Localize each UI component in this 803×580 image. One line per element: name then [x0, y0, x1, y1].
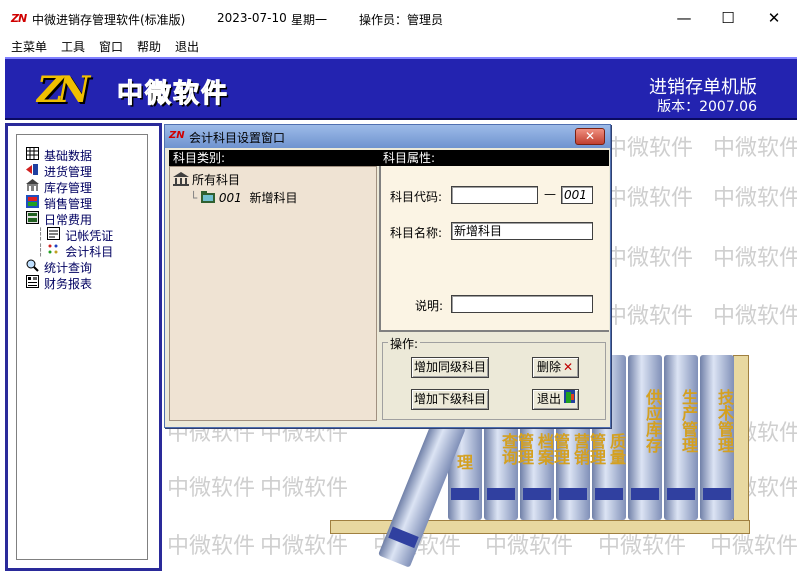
menu-help[interactable]: 帮助 — [137, 38, 161, 55]
operations-label: 操作: — [388, 335, 421, 352]
nav-item-report[interactable]: 财务报表 — [26, 275, 92, 291]
menu-main[interactable]: 主菜单 — [11, 38, 47, 55]
operator-label: 操作员：管理员 — [359, 13, 444, 27]
attributes-header: 科目属性: — [379, 150, 609, 166]
title-bar: ZN 中微进销存管理软件(标准版) 2023-07-10 星期一 操作员：管理员… — [0, 0, 803, 36]
tree-connector-icon: ┆ — [37, 243, 45, 257]
dialog-title-bar[interactable]: ZN 会计科目设置窗口 ✕ — [165, 125, 610, 148]
book: 技术管理 — [700, 355, 734, 520]
banner: ZN 中微软件 进销存单机版 版本：2007.06 — [5, 57, 797, 120]
tree-connector-icon: └ — [190, 191, 198, 205]
category-tree: 所有科目 └ 001 新增科目 — [169, 166, 377, 421]
nav-item-accounts[interactable]: ┆ 会计科目 — [37, 243, 113, 259]
account-settings-dialog: ZN 会计科目设置窗口 ✕ 科目类别: 科目属性: 所有科目 └ 001 新增科… — [164, 124, 611, 428]
menu-bar: 主菜单 工具 窗口 帮助 退出 — [0, 36, 803, 56]
warehouse-icon — [26, 179, 39, 192]
bank-icon — [173, 172, 189, 189]
nav-item-sales[interactable]: 销售管理 — [26, 195, 92, 211]
operations-panel: 操作: 增加同级科目 增加下级科目 删除 ✕ 退出 — [379, 335, 609, 423]
watermark: 中微软件 — [167, 534, 256, 559]
grid-icon — [26, 147, 39, 160]
tree-child-item[interactable]: └ 001 新增科目 — [190, 189, 297, 206]
description-input[interactable] — [451, 295, 593, 313]
watermark: 中微软件 — [167, 476, 256, 501]
app-title: 中微进销存管理软件(标准版) — [32, 13, 186, 27]
folder-icon — [201, 191, 216, 206]
current-weekday: 星期一 — [291, 13, 328, 27]
nav-item-inventory[interactable]: 库存管理 — [26, 179, 92, 195]
banner-version: 版本：2007.06 — [657, 99, 757, 115]
add-child-button[interactable]: 增加下级科目 — [411, 389, 489, 410]
add-sibling-button[interactable]: 增加同级科目 — [411, 357, 489, 378]
code-input[interactable] — [451, 186, 538, 204]
description-label: 说明: — [415, 299, 444, 313]
attributes-panel: 科目代码: — 001 科目名称: 新增科目 说明: — [379, 166, 609, 332]
watermark: 中微软件 — [713, 186, 797, 211]
tree-connector-icon: ┆ — [37, 227, 45, 241]
dialog-title: 会计科目设置窗口 — [189, 131, 286, 145]
report-icon — [26, 275, 39, 288]
name-label: 科目名称: — [390, 226, 443, 240]
watermark: 中微软件 — [605, 136, 694, 161]
app-logo: ZN — [11, 12, 27, 25]
nav-item-expense[interactable]: 日常费用 — [26, 211, 92, 227]
nav-panel: 基础数据 进货管理 库存管理 销售管理 日常费用 ┆ 记帐凭证 ┆ 会计科目 统计查… — [5, 123, 162, 571]
category-header: 科目类别: — [169, 150, 379, 166]
nav-item-basic-data[interactable]: 基础数据 — [26, 147, 92, 163]
maximize-button[interactable]: ☐ — [706, 4, 750, 32]
dialog-close-button[interactable]: ✕ — [575, 128, 605, 145]
accounts-icon — [47, 243, 60, 256]
delete-button[interactable]: 删除 ✕ — [532, 357, 579, 378]
nav-item-query[interactable]: 统计查询 — [26, 259, 92, 275]
banner-logo: ZN — [37, 69, 90, 111]
nav-tree: 基础数据 进货管理 库存管理 销售管理 日常费用 ┆ 记帐凭证 ┆ 会计科目 统计查… — [16, 134, 148, 560]
sales-icon — [26, 195, 39, 208]
current-date: 2023-07-10 — [217, 11, 287, 25]
import-icon — [26, 163, 39, 176]
book: 生产管理 — [664, 355, 698, 520]
menu-tools[interactable]: 工具 — [61, 38, 85, 55]
delete-x-icon: ✕ — [563, 360, 574, 374]
exit-button[interactable]: 退出 — [532, 389, 579, 410]
voucher-icon — [47, 227, 61, 240]
minimize-button[interactable]: — — [662, 4, 706, 32]
nav-item-voucher[interactable]: ┆ 记帐凭证 — [37, 227, 113, 243]
exit-door-icon — [564, 390, 576, 409]
watermark: 中微软件 — [605, 304, 694, 329]
menu-window[interactable]: 窗口 — [99, 38, 123, 55]
book: 供应库存 — [628, 355, 662, 520]
watermark: 中微软件 — [713, 246, 797, 271]
code-label: 科目代码: — [390, 190, 443, 204]
tree-root-item[interactable]: 所有科目 — [173, 171, 240, 189]
expense-icon — [26, 211, 39, 224]
watermark: 中微软件 — [713, 304, 797, 329]
close-button[interactable]: ✕ — [752, 4, 796, 32]
dialog-logo: ZN — [169, 130, 185, 141]
menu-exit[interactable]: 退出 — [175, 38, 199, 55]
nav-item-purchase[interactable]: 进货管理 — [26, 163, 92, 179]
banner-brand: 中微软件 — [116, 79, 230, 110]
code-dash: — — [544, 187, 556, 201]
code-suffix-input[interactable]: 001 — [561, 186, 593, 204]
watermark: 中微软件 — [713, 136, 797, 161]
query-icon — [26, 259, 39, 272]
name-input[interactable]: 新增科目 — [451, 222, 593, 240]
watermark: 中微软件 — [605, 186, 694, 211]
watermark: 中微软件 — [605, 246, 694, 271]
